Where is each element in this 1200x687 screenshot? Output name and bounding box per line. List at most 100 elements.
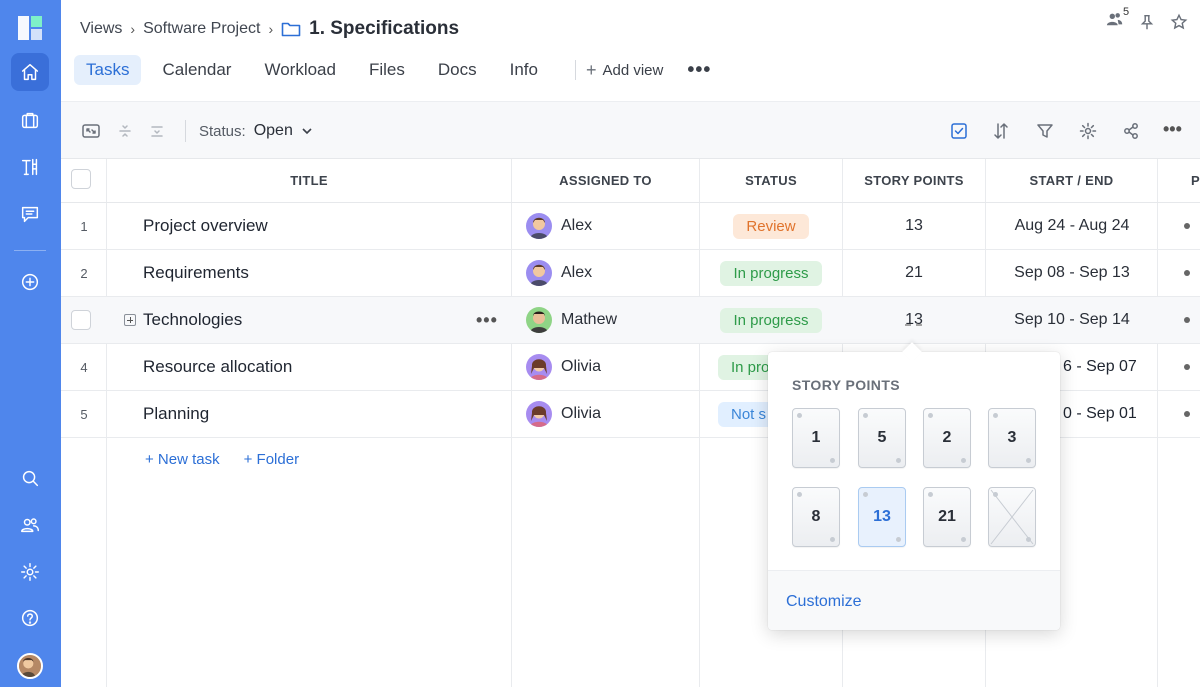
date-range[interactable]: 0 - Sep 01: [1063, 391, 1137, 437]
date-range[interactable]: 6 - Sep 07: [1063, 344, 1137, 390]
assignee[interactable]: Olivia: [526, 344, 601, 390]
assignee[interactable]: Mathew: [526, 297, 617, 343]
users-icon: [21, 518, 39, 533]
priority-dot: [1184, 270, 1190, 276]
table-row[interactable]: 1 Project overview Alex Review 13 Aug 24…: [61, 203, 1200, 250]
date-range[interactable]: Sep 10 - Sep 14: [986, 297, 1158, 343]
more-tabs-button[interactable]: •••: [687, 59, 711, 82]
create-button[interactable]: [11, 263, 49, 301]
table-row[interactable]: Technologies ••• Mathew In progress 13 S…: [61, 297, 1200, 344]
task-title[interactable]: Project overview: [143, 203, 268, 249]
column-status[interactable]: STATUS: [700, 173, 842, 188]
tab-calendar[interactable]: Calendar: [150, 55, 243, 85]
story-points[interactable]: 13: [843, 297, 985, 343]
team-button[interactable]: [11, 506, 49, 544]
avatar: [526, 354, 552, 380]
story-point-card[interactable]: 1: [792, 408, 840, 468]
toolbar-divider: [185, 120, 186, 142]
sidebar: [0, 0, 61, 687]
row-more-button[interactable]: •••: [476, 297, 498, 343]
expand-all-icon[interactable]: [147, 121, 167, 141]
column-start-end[interactable]: START / END: [986, 173, 1157, 188]
column-title[interactable]: TITLE: [107, 173, 511, 188]
new-task-button[interactable]: + New task: [145, 451, 220, 468]
status-filter-value: Open: [253, 122, 293, 139]
tab-info[interactable]: Info: [498, 55, 550, 85]
column-assigned[interactable]: ASSIGNED TO: [512, 173, 699, 188]
task-title[interactable]: Resource allocation: [143, 344, 292, 390]
pin-icon[interactable]: [1138, 13, 1156, 31]
folder-icon: [281, 22, 301, 37]
home-button[interactable]: [11, 53, 49, 91]
add-view-button[interactable]: + Add view: [586, 60, 663, 81]
customize-link[interactable]: Customize: [786, 593, 862, 611]
sort-icon[interactable]: [991, 121, 1011, 141]
members-button[interactable]: 5: [1106, 6, 1129, 33]
select-all-checkbox[interactable]: [71, 169, 91, 189]
story-point-card[interactable]: 2: [923, 408, 971, 468]
story-point-card[interactable]: 3: [988, 408, 1036, 468]
tab-docs[interactable]: Docs: [426, 55, 489, 85]
breadcrumb-views[interactable]: Views: [80, 20, 122, 38]
search-button[interactable]: [11, 459, 49, 497]
breadcrumb-project[interactable]: Software Project: [143, 20, 260, 38]
breadcrumb: Views › Software Project › 1. Specificat…: [80, 18, 459, 40]
avatar: [526, 213, 552, 239]
column-extra[interactable]: P: [1191, 173, 1200, 188]
story-point-card[interactable]: 5: [858, 408, 906, 468]
assignee[interactable]: Olivia: [526, 391, 601, 437]
settings-button[interactable]: [11, 553, 49, 591]
messages-button[interactable]: [11, 195, 49, 233]
assignee[interactable]: Alex: [526, 250, 592, 296]
status-cell[interactable]: In progress: [700, 250, 842, 296]
toolbar: Status: Open •••: [61, 101, 1200, 159]
priority-dot: [1184, 317, 1190, 323]
row-checkbox[interactable]: [71, 297, 91, 343]
add-links: + New task + Folder: [145, 451, 299, 468]
portfolio-button[interactable]: [11, 101, 49, 139]
checklist-toggle-icon[interactable]: [949, 121, 969, 141]
tab-workload[interactable]: Workload: [252, 55, 348, 85]
help-icon: [21, 609, 39, 627]
gear-icon[interactable]: [1078, 121, 1098, 141]
user-avatar[interactable]: [17, 653, 43, 679]
share-icon[interactable]: [1121, 121, 1141, 141]
task-title[interactable]: Planning: [143, 391, 209, 437]
story-points[interactable]: 13: [843, 203, 985, 249]
date-range[interactable]: Aug 24 - Aug 24: [986, 203, 1158, 249]
new-folder-button[interactable]: + Folder: [244, 451, 299, 468]
column-story-points[interactable]: STORY POINTS: [843, 173, 985, 188]
story-point-card[interactable]: 21: [923, 487, 971, 547]
app-logo-icon[interactable]: [18, 16, 42, 40]
priority-dot: [1184, 223, 1190, 229]
expand-subtasks-icon[interactable]: [124, 297, 139, 343]
help-button[interactable]: [11, 599, 49, 637]
tools-button[interactable]: [11, 148, 49, 186]
expand-icon[interactable]: [81, 121, 101, 141]
avatar: [526, 401, 552, 427]
story-point-card-selected[interactable]: 13: [858, 487, 906, 547]
tab-tasks[interactable]: Tasks: [74, 55, 142, 85]
task-title[interactable]: Technologies: [143, 297, 242, 343]
status-filter[interactable]: Status: Open: [199, 122, 313, 140]
more-options-button[interactable]: •••: [1163, 119, 1183, 139]
clear-points-card[interactable]: [988, 487, 1036, 547]
row-number: 5: [80, 406, 88, 422]
table-row[interactable]: 2 Requirements Alex In progress 21 Sep 0…: [61, 250, 1200, 297]
assignee-name: Olivia: [561, 405, 602, 422]
chevron-right-icon: ›: [130, 21, 136, 37]
story-point-card[interactable]: 8: [792, 487, 840, 547]
collapse-all-icon[interactable]: [115, 121, 135, 141]
assignee[interactable]: Alex: [526, 203, 592, 249]
row-number: 4: [80, 359, 88, 375]
date-range[interactable]: Sep 08 - Sep 13: [986, 250, 1158, 296]
filter-icon[interactable]: [1035, 121, 1055, 141]
avatar: [526, 260, 552, 286]
story-points[interactable]: 21: [843, 250, 985, 296]
status-cell[interactable]: In progress: [700, 297, 842, 343]
chevron-right-icon: ›: [268, 21, 274, 37]
status-cell[interactable]: Review: [700, 203, 842, 249]
star-icon[interactable]: [1170, 13, 1188, 31]
task-title[interactable]: Requirements: [143, 250, 249, 296]
tab-files[interactable]: Files: [357, 55, 417, 85]
